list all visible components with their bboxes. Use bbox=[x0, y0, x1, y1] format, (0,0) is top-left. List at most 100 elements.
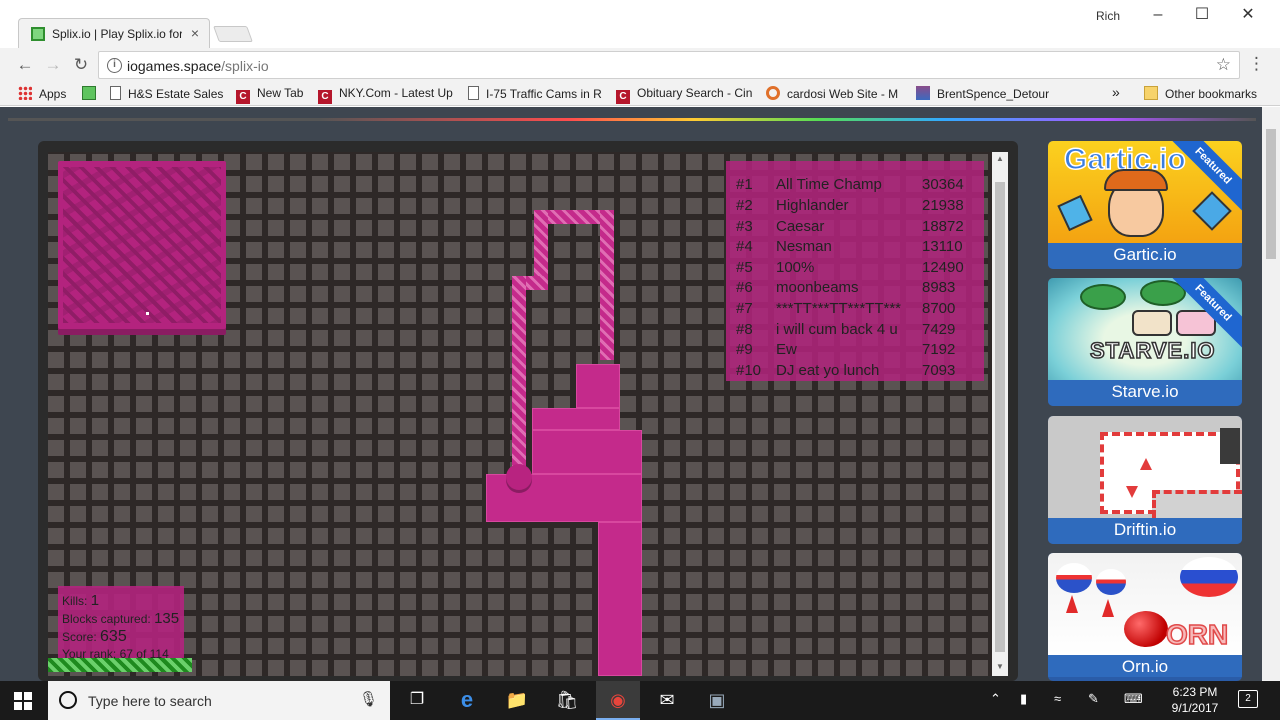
game-tile-label[interactable]: Starve.io bbox=[1048, 380, 1242, 406]
game-tile-label[interactable]: Gartic.io bbox=[1048, 243, 1242, 269]
maximize-icon[interactable]: ☐ bbox=[1180, 4, 1224, 26]
folder-icon bbox=[1144, 86, 1158, 100]
close-window-icon[interactable]: ✕ bbox=[1226, 4, 1270, 26]
territory-block bbox=[598, 522, 642, 676]
territory-block bbox=[576, 364, 620, 408]
task-view-icon[interactable]: ❐ bbox=[404, 688, 430, 712]
red-ball-icon bbox=[1124, 611, 1168, 647]
chrome-icon[interactable]: ◉ bbox=[605, 688, 631, 712]
battery-icon[interactable]: ▮ bbox=[1020, 691, 1027, 707]
bookmark-hs-estate[interactable]: H&S Estate Sales bbox=[110, 86, 228, 101]
player-stats: Kills: 1 Blocks captured: 135 Score: 635… bbox=[58, 586, 184, 661]
flag-ball-icon bbox=[1056, 563, 1092, 593]
store-icon[interactable]: 🛍 bbox=[554, 688, 580, 712]
forward-arrow-icon[interactable]: → bbox=[42, 54, 64, 76]
clock-time: 6:23 PM bbox=[1172, 685, 1218, 699]
game-tile-label[interactable]: Orn.io bbox=[1048, 655, 1242, 677]
keyboard-icon[interactable]: ⌨ bbox=[1124, 691, 1143, 707]
leaderboard-row: #6 moonbeams 8983 bbox=[736, 279, 956, 296]
page-scrollbar[interactable] bbox=[1262, 107, 1280, 681]
bookmark-obituary[interactable]: C Obituary Search - Cin bbox=[616, 86, 756, 104]
cap-icon bbox=[1104, 169, 1168, 191]
windows-taskbar: Type here to search 🎙 ❐ e 📁 🛍 ◉ ✉ ▣ ⌃ ▮ … bbox=[0, 681, 1280, 720]
leaderboard-row: #5 100% 12490 bbox=[736, 259, 964, 276]
clock-date: 9/1/2017 bbox=[1171, 701, 1219, 715]
tray-chevron-icon[interactable]: ⌃ bbox=[990, 691, 1001, 707]
wifi-icon[interactable]: ≈ bbox=[1054, 691, 1061, 706]
header-rainbow-bar bbox=[8, 118, 1256, 121]
mail-icon[interactable]: ✉ bbox=[654, 688, 680, 712]
leaderboard-row: #7 ***TT***TT***TT*** 8700 bbox=[736, 300, 956, 317]
page-scroll-thumb[interactable] bbox=[1266, 129, 1276, 259]
tab-title: Splix.io | Play Splix.io for bbox=[52, 27, 182, 41]
menu-dots-icon[interactable]: ⋮ bbox=[1248, 54, 1265, 74]
leaderboard-row: #4 Nesman 13110 bbox=[736, 238, 963, 255]
player-avatar bbox=[506, 464, 532, 490]
more-bookmarks-chevron-icon[interactable]: » bbox=[1112, 84, 1120, 100]
enemy-trail-stripe bbox=[48, 658, 192, 672]
info-icon[interactable]: i bbox=[107, 58, 122, 73]
scroll-down-icon[interactable]: ▼ bbox=[992, 662, 1008, 671]
file-explorer-icon[interactable]: 📁 bbox=[504, 688, 530, 712]
bookmark-brentspence[interactable]: BrentSpence_Detour bbox=[916, 86, 1054, 101]
cone-icon bbox=[1102, 599, 1114, 617]
minimap-territory bbox=[63, 167, 221, 323]
starve-logo-text: STARVE.IO bbox=[1089, 337, 1216, 364]
windows-start-icon[interactable] bbox=[14, 692, 32, 710]
driftin-thumbnail bbox=[1048, 416, 1242, 518]
game-tile-starve[interactable]: STARVE.IO Featured Starve.io bbox=[1048, 278, 1242, 406]
back-arrow-icon[interactable]: ← bbox=[14, 54, 36, 76]
orn-thumbnail: ORN bbox=[1048, 553, 1242, 655]
game-scroll-thumb[interactable] bbox=[995, 182, 1005, 652]
game-tile-orn[interactable]: ORN Orn.io bbox=[1048, 553, 1242, 681]
bookmark-green[interactable] bbox=[82, 86, 103, 101]
cone-icon bbox=[1066, 595, 1078, 613]
green-square-icon bbox=[82, 86, 96, 100]
bookmark-apps[interactable]: Apps bbox=[18, 86, 66, 101]
bookmark-star-icon[interactable]: ☆ bbox=[1216, 55, 1231, 75]
edge-browser-icon[interactable]: e bbox=[454, 688, 480, 712]
browser-titlebar: Splix.io | Play Splix.io for × Rich – ☐ … bbox=[0, 0, 1280, 48]
profile-name[interactable]: Rich bbox=[1096, 9, 1120, 23]
character-icon bbox=[1132, 310, 1172, 336]
microphone-icon[interactable]: 🎙 bbox=[359, 690, 378, 708]
tab-close-icon[interactable]: × bbox=[191, 25, 199, 41]
leaderboard-row: #3 Caesar 18872 bbox=[736, 218, 964, 235]
leaderboard-row: #1 All Time Champ 30364 bbox=[736, 176, 964, 193]
game-canvas[interactable]: #1 All Time Champ 30364 #2 Highlander 21938 … bbox=[48, 152, 992, 676]
reload-icon[interactable]: ↻ bbox=[70, 54, 92, 76]
address-bar[interactable]: i iogames.space/splix-io ☆ bbox=[98, 51, 1240, 79]
c-logo-icon: C bbox=[616, 90, 630, 104]
bookmark-cardosi[interactable]: cardosi Web Site - M bbox=[766, 86, 904, 101]
taskbar-clock[interactable]: 6:23 PM 9/1/2017 bbox=[1160, 684, 1230, 716]
cube-icon bbox=[1192, 191, 1232, 231]
orn-logo-text: ORN bbox=[1165, 618, 1229, 651]
cortana-icon bbox=[59, 691, 77, 709]
scroll-up-icon[interactable]: ▲ bbox=[992, 154, 1008, 163]
minimap bbox=[58, 161, 226, 329]
notifications-icon[interactable]: 2 bbox=[1238, 690, 1258, 708]
minimize-icon[interactable]: – bbox=[1136, 4, 1180, 26]
bookmark-other[interactable]: Other bookmarks bbox=[1144, 86, 1257, 101]
apps-icon bbox=[18, 86, 32, 100]
image-icon bbox=[916, 86, 930, 100]
bookmark-new-tab[interactable]: C New Tab bbox=[236, 86, 310, 104]
game-scrollbar[interactable]: ▲ ▼ bbox=[992, 152, 1008, 676]
ring-icon bbox=[766, 86, 780, 100]
leaderboard-row: #9 Ew 7192 bbox=[736, 341, 956, 358]
browser-tab[interactable]: Splix.io | Play Splix.io for × bbox=[18, 18, 210, 48]
new-tab-button[interactable] bbox=[213, 26, 253, 42]
bookmark-nky[interactable]: C NKY.Com - Latest Up bbox=[318, 86, 456, 104]
game-tile-label[interactable]: Driftin.io bbox=[1048, 518, 1242, 544]
pen-icon[interactable]: ✎ bbox=[1088, 691, 1099, 707]
leaderboard: #1 All Time Champ 30364 #2 Highlander 21938 … bbox=[726, 161, 984, 381]
game-tile-driftin[interactable]: Driftin.io bbox=[1048, 416, 1242, 544]
url-text[interactable]: iogames.space/splix-io bbox=[127, 58, 269, 74]
bookmark-traffic-cams[interactable]: I-75 Traffic Cams in R bbox=[468, 86, 606, 101]
territory-block bbox=[532, 430, 642, 474]
app-icon[interactable]: ▣ bbox=[704, 688, 730, 712]
score-stat: Score: 635 bbox=[62, 628, 127, 645]
game-tile-gartic[interactable]: Gartic.io Featured Gartic.io bbox=[1048, 141, 1242, 269]
taskbar-search[interactable]: Type here to search 🎙 bbox=[48, 681, 390, 720]
leaderboard-row: #10 DJ eat yo lunch 7093 bbox=[736, 362, 956, 379]
